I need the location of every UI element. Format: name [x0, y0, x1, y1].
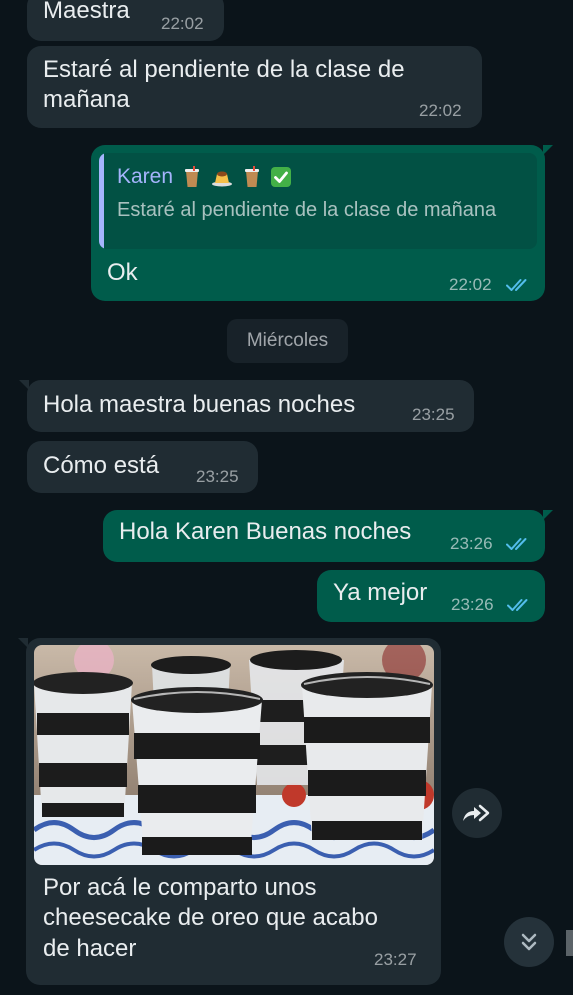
chevrons-down-icon	[521, 933, 537, 951]
message-text: de hacer	[43, 935, 137, 962]
scroll-down-button[interactable]	[504, 917, 554, 967]
scrollbar-edge[interactable]	[566, 930, 573, 956]
message-bubble-incoming[interactable]: Estaré al pendiente de la clase de mañan…	[27, 46, 482, 128]
oreo-cheesecake-photo[interactable]	[34, 645, 434, 865]
message-text: Hola Karen Buenas noches	[119, 518, 412, 545]
message-text: Hola maestra buenas noches	[43, 391, 356, 418]
message-text: Estaré al pendiente de la clase de	[43, 56, 405, 83]
check-mark-emoji-icon	[271, 167, 292, 188]
quote-author-name: Karen	[117, 165, 174, 188]
message-time: 23:25	[412, 405, 455, 424]
forward-icon	[463, 804, 490, 822]
iced-coffee-emoji-icon	[184, 166, 199, 188]
message-time: 23:27	[374, 950, 417, 969]
message-bubble-incoming-image[interactable]: Por acá le comparto unos cheesecake de o…	[18, 638, 441, 985]
message-bubble-incoming[interactable]: Cómo está 23:25	[27, 441, 258, 493]
message-text: Ok	[107, 259, 138, 286]
custard-emoji-icon	[211, 171, 232, 187]
message-time: 23:25	[196, 467, 239, 486]
message-bubble-outgoing[interactable]: Hola Karen Buenas noches 23:26	[103, 510, 553, 562]
iced-coffee-emoji-icon	[244, 166, 259, 188]
message-time: 22:02	[449, 275, 492, 294]
quoted-message[interactable]: Karen Estaré al pendiente de la clase de…	[99, 153, 537, 249]
double-check-icon	[506, 538, 527, 550]
message-bubble-outgoing[interactable]: Karen Estaré al pendiente de la clase de…	[91, 145, 553, 301]
message-text: Maestra	[43, 0, 130, 24]
double-check-icon	[507, 599, 528, 611]
message-text: Cómo está	[43, 452, 160, 479]
message-bubble-incoming[interactable]: Maestra 22:02	[27, 0, 224, 41]
message-time: 23:26	[450, 534, 493, 553]
quote-accent-bar	[99, 153, 104, 249]
quote-text: Estaré al pendiente de la clase de mañan…	[117, 199, 497, 221]
message-text: mañana	[43, 86, 130, 113]
message-time: 22:02	[161, 14, 204, 33]
message-bubble-outgoing[interactable]: Ya mejor 23:26	[317, 570, 545, 622]
forward-button[interactable]	[452, 788, 502, 838]
double-check-icon	[506, 279, 527, 291]
message-bubble-incoming[interactable]: Hola maestra buenas noches 23:25	[19, 380, 474, 432]
quote-author: Karen	[117, 165, 292, 189]
message-time: 22:02	[419, 101, 462, 120]
message-text: Ya mejor	[333, 579, 428, 606]
message-text: cheesecake de oreo que acabo	[43, 904, 378, 931]
date-separator: Miércoles	[227, 319, 348, 363]
message-time: 23:26	[451, 595, 494, 614]
message-text: Por acá le comparto unos	[43, 874, 317, 901]
